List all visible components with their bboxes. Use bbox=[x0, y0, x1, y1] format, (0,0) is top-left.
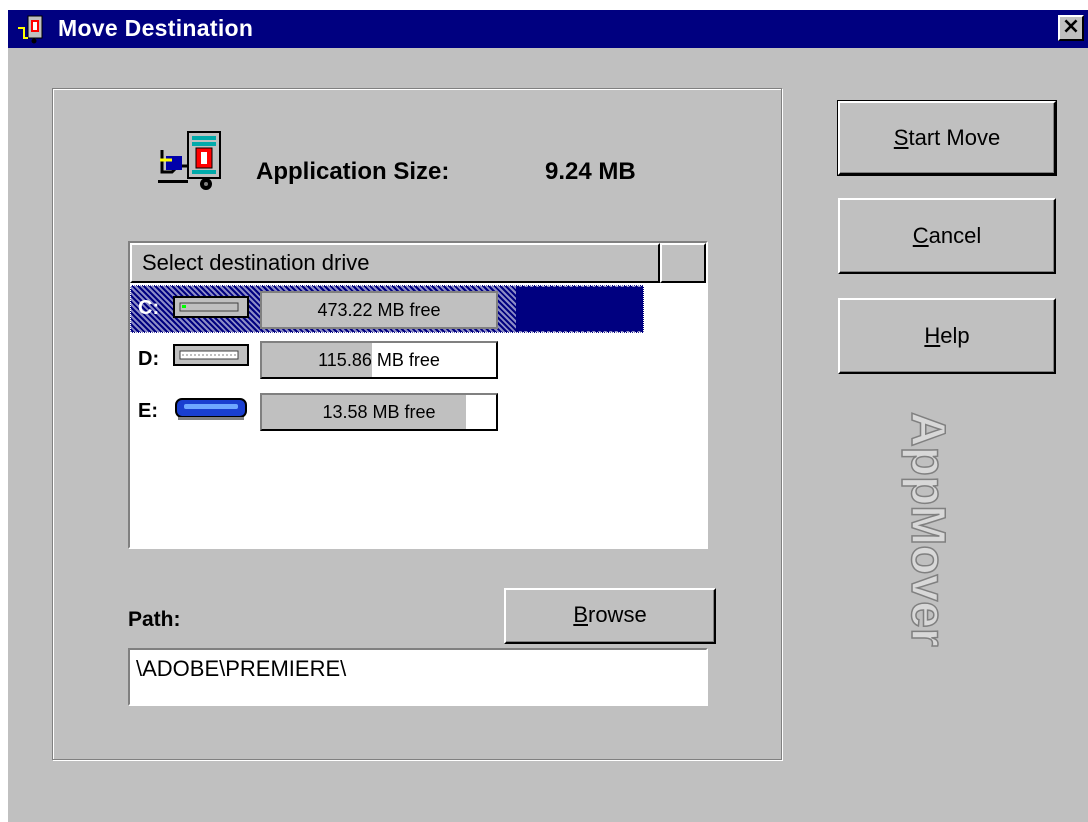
appmover-brand-text: AppMover bbox=[900, 411, 955, 647]
screen-top-strip bbox=[0, 0, 1088, 10]
brand-text: AppMover bbox=[901, 412, 954, 647]
column-header-destination-drive[interactable]: Select destination drive bbox=[130, 243, 660, 283]
path-label: Path: bbox=[128, 608, 181, 631]
removable-drive-icon bbox=[175, 398, 247, 420]
help-label: elp bbox=[940, 323, 970, 348]
free-space-bar: 115.86 MB free bbox=[260, 341, 498, 379]
drive-letter: E: bbox=[138, 400, 158, 422]
application-size-value: 9.24 MB bbox=[545, 158, 636, 185]
help-button[interactable]: Help bbox=[838, 298, 1056, 374]
cancel-accelerator: C bbox=[912, 223, 929, 248]
title-bar[interactable]: Move Destination × bbox=[8, 10, 1088, 48]
close-button[interactable]: × bbox=[1058, 15, 1084, 41]
path-field[interactable]: \ADOBE\PREMIERE\ bbox=[128, 648, 708, 706]
appmover-truck-icon bbox=[158, 131, 221, 190]
focus-rectangle bbox=[130, 285, 644, 333]
browse-accelerator: B bbox=[573, 602, 588, 627]
free-space-bar: 13.58 MB free bbox=[260, 393, 498, 431]
start-move-button[interactable]: Start Move bbox=[837, 100, 1057, 176]
browse-label: rowse bbox=[588, 602, 647, 627]
browse-button[interactable]: Browse bbox=[504, 588, 716, 644]
drive-row-e[interactable]: E: 13.58 MB free bbox=[130, 389, 706, 435]
hard-drive-icon bbox=[173, 344, 249, 366]
destination-drive-list[interactable]: Select destination drive C: 473.22 MB fr… bbox=[128, 241, 708, 549]
cancel-label: ancel bbox=[928, 223, 982, 248]
free-space-text: 13.58 MB free bbox=[322, 402, 436, 422]
free-space-text: 115.86 MB free bbox=[318, 350, 440, 370]
window-title: Move Destination bbox=[58, 15, 254, 41]
start-move-label: tart Move bbox=[908, 125, 1001, 150]
drive-letter: D: bbox=[138, 348, 160, 370]
drive-row-d[interactable]: D: 115.86 MB free bbox=[130, 337, 706, 383]
application-size-label: Application Size: bbox=[256, 158, 450, 185]
help-accelerator: H bbox=[924, 323, 941, 348]
start-move-accelerator: S bbox=[893, 125, 909, 150]
drive-row-c[interactable]: C: 473.22 MB free bbox=[130, 285, 706, 333]
cancel-button[interactable]: Cancel bbox=[838, 198, 1056, 274]
column-header-empty[interactable] bbox=[660, 243, 706, 283]
appmover-icon bbox=[18, 15, 43, 44]
list-header: Select destination drive bbox=[130, 243, 706, 283]
